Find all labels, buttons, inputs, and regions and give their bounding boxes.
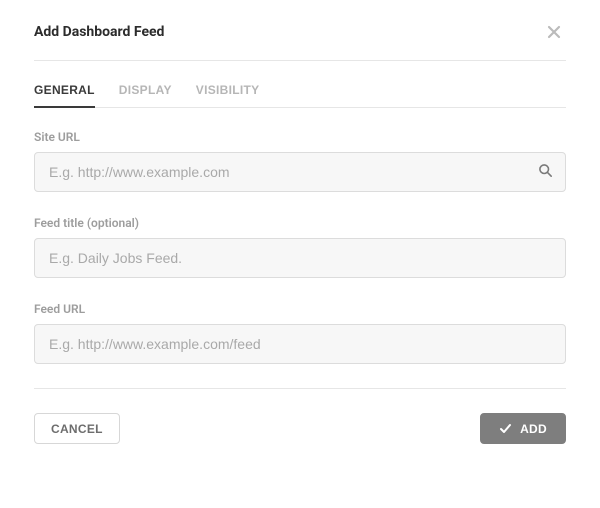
site-url-lookup-button[interactable] bbox=[528, 155, 562, 189]
close-button[interactable] bbox=[542, 20, 566, 44]
add-dashboard-feed-modal: Add Dashboard Feed GENERAL DISPLAY VISIB… bbox=[0, 0, 600, 470]
tab-display[interactable]: DISPLAY bbox=[119, 75, 172, 107]
feed-title-input[interactable] bbox=[34, 238, 566, 278]
site-url-group: Site URL bbox=[34, 130, 566, 192]
add-button[interactable]: ADD bbox=[480, 413, 566, 444]
modal-header: Add Dashboard Feed bbox=[34, 0, 566, 61]
site-url-label: Site URL bbox=[34, 130, 566, 144]
cancel-button[interactable]: CANCEL bbox=[34, 413, 120, 444]
feed-url-input-wrap bbox=[34, 324, 566, 364]
tab-general[interactable]: GENERAL bbox=[34, 75, 95, 107]
search-icon bbox=[538, 163, 553, 181]
feed-url-group: Feed URL bbox=[34, 302, 566, 364]
cancel-button-label: CANCEL bbox=[51, 422, 103, 436]
feed-title-group: Feed title (optional) bbox=[34, 216, 566, 278]
feed-title-label: Feed title (optional) bbox=[34, 216, 566, 230]
tab-label: DISPLAY bbox=[119, 83, 172, 97]
feed-url-input[interactable] bbox=[34, 324, 566, 364]
close-icon bbox=[546, 24, 562, 40]
site-url-input[interactable] bbox=[34, 152, 566, 192]
feed-title-input-wrap bbox=[34, 238, 566, 278]
check-icon bbox=[499, 422, 512, 435]
tab-label: VISIBILITY bbox=[196, 83, 260, 97]
modal-title: Add Dashboard Feed bbox=[34, 24, 164, 40]
site-url-input-wrap bbox=[34, 152, 566, 192]
general-panel: Site URL Feed title (optional) bbox=[34, 108, 566, 364]
add-button-label: ADD bbox=[520, 422, 547, 436]
feed-url-label: Feed URL bbox=[34, 302, 566, 316]
tabs: GENERAL DISPLAY VISIBILITY bbox=[34, 75, 566, 108]
modal-footer: CANCEL ADD bbox=[34, 389, 566, 470]
tab-visibility[interactable]: VISIBILITY bbox=[196, 75, 260, 107]
tab-label: GENERAL bbox=[34, 83, 95, 97]
